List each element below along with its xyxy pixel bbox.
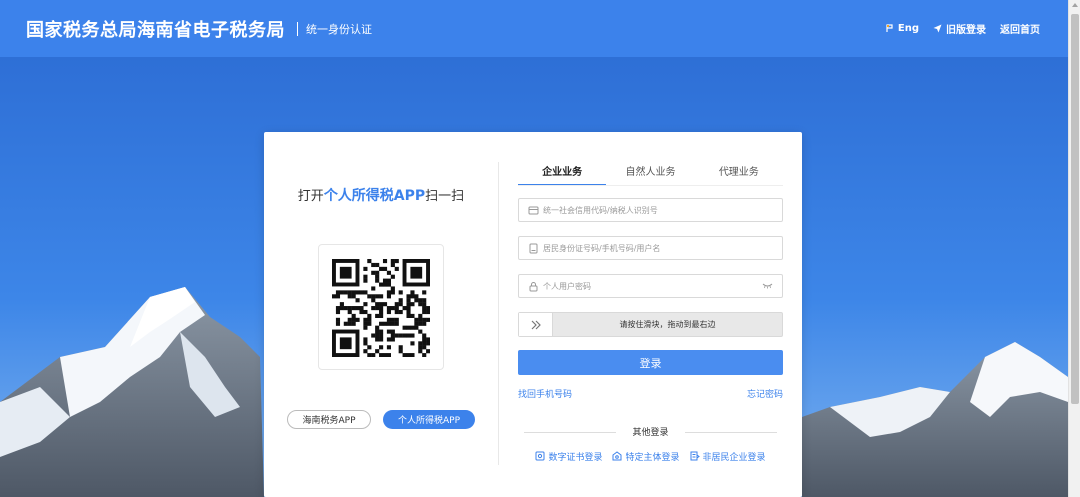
home-link-label: 返回首页 — [1000, 25, 1040, 36]
non-resident-label: 非居民企业登录 — [702, 452, 766, 463]
tab-individual[interactable]: 自然人业务 — [606, 162, 694, 186]
qr-title: 打开个人所得税APP扫一扫 — [264, 185, 498, 205]
old-login-link[interactable]: 旧版登录 — [933, 21, 986, 36]
lock-icon — [529, 281, 538, 291]
qr-title-suffix: 扫一扫 — [425, 189, 465, 204]
qr-panel: 打开个人所得税APP扫一扫 海南税务APP 个人所得税APP — [264, 132, 498, 497]
old-login-label: 旧版登录 — [946, 25, 986, 36]
hainan-tax-app-button[interactable]: 海南税务APP — [287, 410, 371, 429]
tab-enterprise[interactable]: 企业业务 — [518, 162, 607, 186]
entity-icon — [612, 451, 622, 461]
credit-code-input[interactable]: 统一社会信用代码/纳税人识别号 — [518, 198, 783, 222]
language-icon — [886, 24, 893, 32]
home-link[interactable]: 返回首页 — [1000, 21, 1040, 36]
qr-title-prefix: 打开 — [297, 189, 324, 204]
eye-hidden-icon[interactable] — [762, 283, 773, 289]
site-subtitle: 统一身份认证 — [306, 22, 372, 36]
id-placeholder: 居民身份证号码/手机号码/用户名 — [543, 243, 661, 253]
special-entity-login[interactable]: 特定主体登录 — [612, 449, 680, 463]
digital-cert-label: 数字证书登录 — [548, 452, 603, 463]
special-entity-label: 特定主体登录 — [625, 452, 680, 463]
certificate-icon — [535, 451, 545, 461]
top-header: 国家税务总局海南省电子税务局 统一身份认证 Eng 旧版登录 返回首页 — [0, 0, 1068, 57]
personal-tax-app-button[interactable]: 个人所得税APP — [383, 410, 475, 429]
password-input[interactable]: 个人用户密码 — [518, 274, 783, 298]
other-login-line-right — [685, 432, 777, 433]
slider-handle[interactable] — [519, 313, 553, 336]
panel-divider — [498, 162, 499, 465]
other-login-title: 其他登录 — [518, 425, 783, 439]
id-input[interactable]: 居民身份证号码/手机号码/用户名 — [518, 236, 783, 260]
captcha-slider: 请按住滑块，拖动到最右边 — [518, 312, 783, 337]
qr-code-icon — [332, 259, 430, 357]
scroll-up-icon[interactable] — [1072, 3, 1078, 7]
english-link-label: Eng — [897, 23, 919, 34]
non-resident-login[interactable]: 非居民企业登录 — [690, 449, 766, 463]
login-card: 打开个人所得税APP扫一扫 海南税务APP 个人所得税APP 企业业务 自然人业… — [264, 132, 802, 497]
login-tabs: 企业业务 自然人业务 代理业务 — [518, 162, 783, 186]
card-icon — [528, 206, 539, 214]
login-button[interactable]: 登录 — [518, 350, 783, 375]
qr-title-app: 个人所得税APP — [323, 188, 426, 204]
login-form-panel: 企业业务 自然人业务 代理业务 统一社会信用代码/纳税人识别号 居民身份证号码/… — [518, 132, 783, 497]
english-link[interactable]: Eng — [886, 23, 919, 34]
site-title: 国家税务总局海南省电子税务局 — [26, 19, 285, 41]
credit-code-placeholder: 统一社会信用代码/纳税人识别号 — [543, 205, 658, 215]
id-card-icon — [529, 243, 538, 253]
forgot-password-link[interactable]: 忘记密码 — [747, 387, 783, 400]
non-resident-icon — [690, 451, 700, 461]
find-phone-link[interactable]: 找回手机号码 — [518, 387, 572, 400]
header-links: Eng 旧版登录 返回首页 — [886, 21, 1040, 36]
digital-cert-login[interactable]: 数字证书登录 — [535, 449, 602, 463]
scrollbar[interactable] — [1068, 0, 1080, 497]
tab-agent[interactable]: 代理业务 — [695, 162, 783, 186]
header-divider — [297, 21, 298, 36]
double-chevron-right-icon — [531, 320, 541, 329]
slider-instruction: 请按住滑块，拖动到最右边 — [619, 320, 716, 329]
send-icon — [933, 24, 942, 33]
password-placeholder: 个人用户密码 — [543, 281, 591, 291]
scroll-thumb[interactable] — [1071, 14, 1079, 404]
other-login-options: 数字证书登录 特定主体登录 非居民企业登录 — [518, 449, 783, 463]
tabs-underline — [518, 185, 783, 186]
qr-code-box — [318, 244, 444, 370]
